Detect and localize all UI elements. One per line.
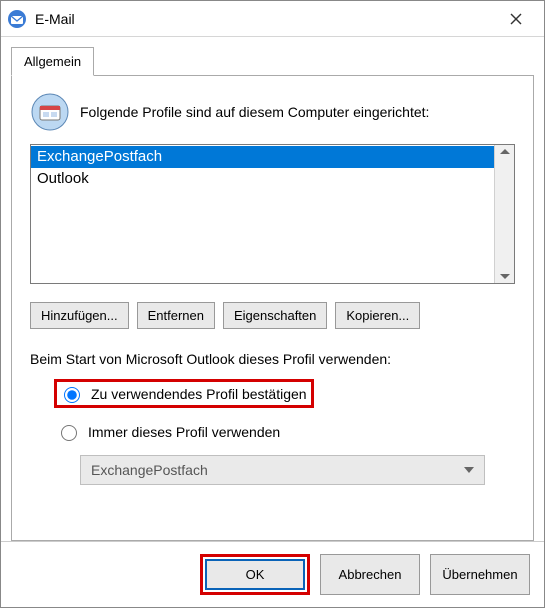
dropdown-value: ExchangePostfach [91,462,208,478]
tab-general[interactable]: Allgemein [11,47,94,76]
dialog-footer: OK Abbrechen Übernehmen [1,541,544,607]
listbox-scrollbar[interactable] [494,145,514,283]
radio-prompt-profile[interactable]: Zu verwendendes Profil bestätigen [54,379,314,408]
remove-button[interactable]: Entfernen [137,302,215,329]
ok-button[interactable]: OK [205,559,305,590]
ok-highlight: OK [200,554,310,595]
properties-button[interactable]: Eigenschaften [223,302,327,329]
tabstrip: Allgemein [11,47,534,76]
radio-always-input[interactable] [61,425,77,441]
titlebar: E-Mail [1,1,544,37]
profiles-listbox[interactable]: ExchangePostfach Outlook [30,144,515,284]
profiles-list[interactable]: ExchangePostfach Outlook [31,145,494,283]
add-button[interactable]: Hinzufügen... [30,302,129,329]
default-profile-dropdown: ExchangePostfach [80,455,485,485]
scroll-up-icon [500,149,510,154]
radio-always-profile[interactable]: Immer dieses Profil verwenden [54,420,515,443]
profiles-icon [30,92,70,132]
scroll-down-icon [500,274,510,279]
apply-button[interactable]: Übernehmen [430,554,530,595]
window-title: E-Mail [35,11,494,27]
intro-text: Folgende Profile sind auf diesem Compute… [80,104,429,120]
radio-prompt-label: Zu verwendendes Profil bestätigen [91,386,307,402]
list-item[interactable]: Outlook [31,168,494,190]
chevron-down-icon [464,467,474,473]
cancel-button[interactable]: Abbrechen [320,554,420,595]
client-area: Allgemein Folgende Profile sind auf dies… [1,37,544,541]
close-icon [510,13,522,25]
startup-label: Beim Start von Microsoft Outlook dieses … [30,351,515,367]
close-button[interactable] [494,4,538,34]
profile-buttons-row: Hinzufügen... Entfernen Eigenschaften Ko… [30,302,515,329]
copy-button[interactable]: Kopieren... [335,302,420,329]
mail-icon [7,9,27,29]
radio-always-label: Immer dieses Profil verwenden [88,424,280,440]
email-dialog: E-Mail Allgemein [0,0,545,608]
intro-row: Folgende Profile sind auf diesem Compute… [30,92,515,132]
radio-prompt-input[interactable] [64,387,80,403]
tab-panel-general: Folgende Profile sind auf diesem Compute… [11,75,534,541]
list-item[interactable]: ExchangePostfach [31,146,494,168]
